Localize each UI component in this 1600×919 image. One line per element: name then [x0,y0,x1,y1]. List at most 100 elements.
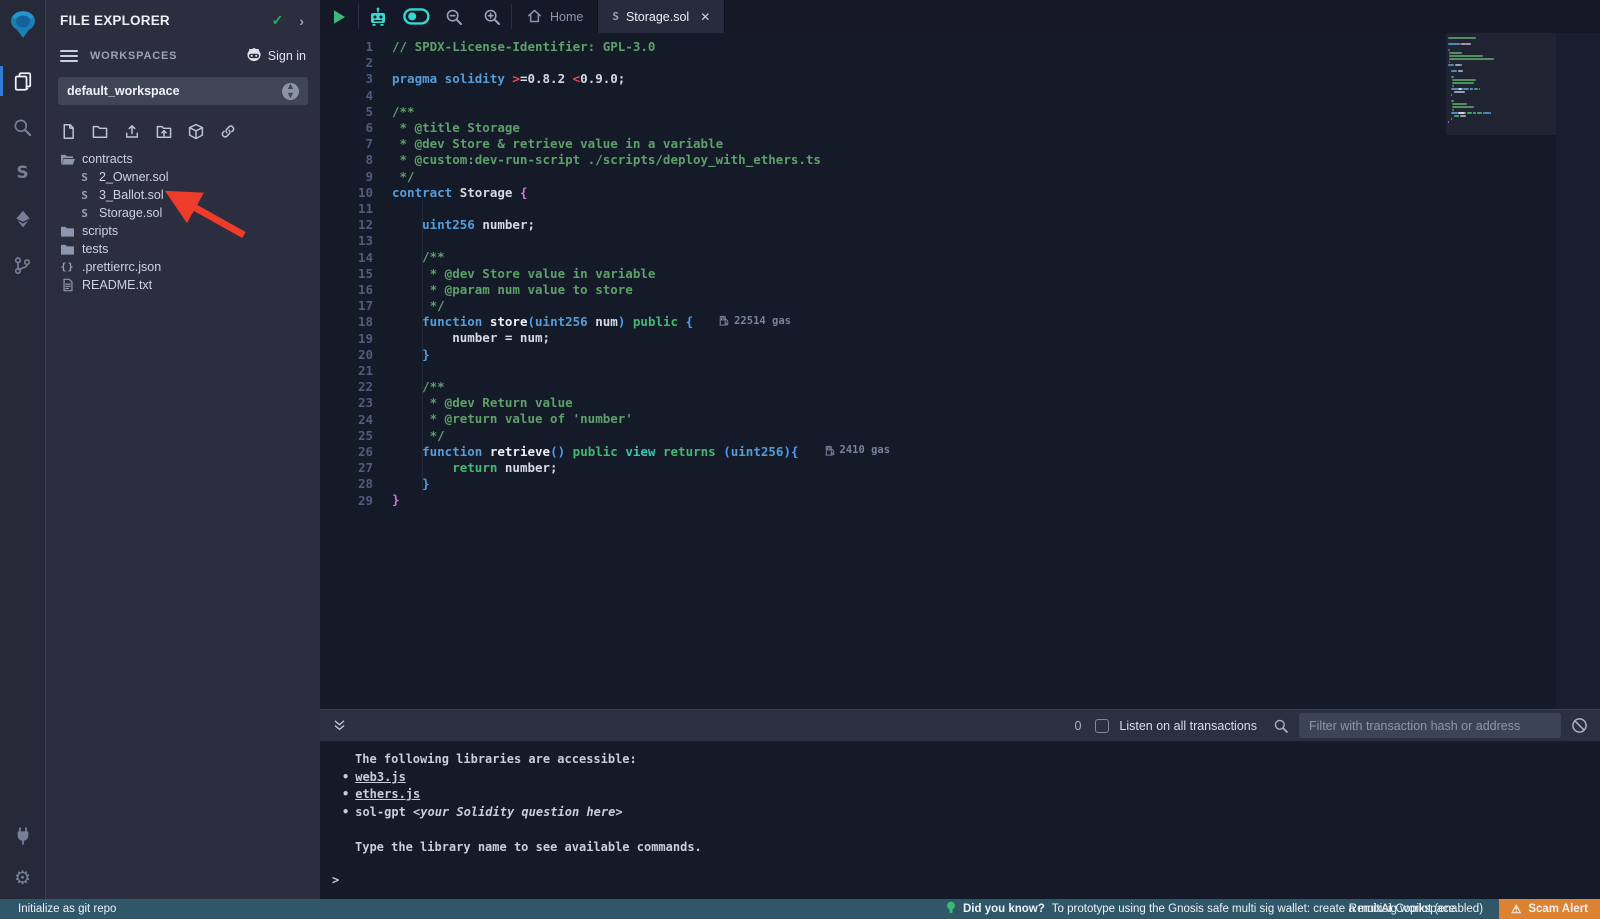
code-line-19: number = num; [392,330,1600,346]
tree-item-scripts[interactable]: scripts [46,222,320,240]
minimap-viewport [1446,33,1556,135]
code-editor[interactable]: 1234567891011121314151617181920212223242… [320,33,1600,709]
zoom-out-button[interactable] [435,0,473,33]
indent-guide [422,201,423,493]
code-line-8: * @custom:dev-run-script ./scripts/deplo… [392,152,1600,168]
editor-area: Home S Storage.sol ✕ 1234567891011121314… [320,0,1600,899]
folder-icon [60,225,75,238]
transaction-filter-input[interactable] [1299,713,1561,738]
code-line-15: * @dev Store value in variable [392,266,1600,282]
new-file-icon[interactable] [60,123,77,140]
tree-item-storage-sol[interactable]: SStorage.sol [46,204,320,222]
remix-logo[interactable] [6,8,40,42]
line-number: 2 [320,55,373,71]
tree-item-tests[interactable]: tests [46,240,320,258]
solidity-file-icon: S [612,10,619,23]
tree-item-readme-txt[interactable]: README.txt [46,276,320,294]
tree-item-label: tests [82,242,108,256]
git-init-button[interactable]: Initialize as git repo [18,903,116,915]
line-number: 27 [320,460,373,476]
new-folder-icon[interactable] [91,123,109,140]
line-number: 6 [320,120,373,136]
code-line-21 [392,363,1600,379]
check-icon[interactable]: ✓ [272,12,284,29]
code-line-28: } [392,476,1600,492]
tree-item-label: .prettierrc.json [82,260,161,274]
code-line-22: /** [392,379,1600,395]
file-tree: contracts S2_Owner.solS3_Ballot.solSStora… [46,150,320,294]
search-icon[interactable] [1273,718,1289,734]
sidebar-icon-deploy-run[interactable] [0,196,46,242]
upload-folder-icon[interactable] [155,123,173,140]
sidebar-icon-search[interactable] [0,104,46,150]
folder-open-icon [60,153,75,166]
line-number: 1 [320,39,373,55]
terminal-link-web3-js[interactable]: web3.js [355,770,406,784]
sidebar-icon-file-explorer[interactable] [0,58,46,104]
terminal-prompt[interactable]: > [332,872,339,890]
sidebar-icon-git[interactable] [0,242,46,288]
copilot-robot-icon[interactable] [359,0,397,33]
upload-file-icon[interactable] [123,123,141,140]
close-tab-icon[interactable]: ✕ [700,10,710,24]
zoom-in-button[interactable] [473,0,511,33]
scam-alert-button[interactable]: ⚠ Scam Alert [1499,899,1600,919]
file-explorer-panel: FILE EXPLORER ✓ › WORKSPACES Sign in def… [46,0,320,899]
line-number: 18 [320,314,373,330]
tree-item-label: contracts [82,152,133,166]
hamburger-menu-icon[interactable] [60,47,78,65]
json-file-icon: {} [60,262,75,273]
workspaces-label: WORKSPACES [90,50,177,62]
listen-label: Listen on all transactions [1119,719,1257,733]
tree-item-3-ballot-sol[interactable]: S3_Ballot.sol [46,186,320,204]
tree-item-2-owner-sol[interactable]: S2_Owner.sol [46,168,320,186]
line-number: 24 [320,412,373,428]
status-bar: Initialize as git repo Did you know? To … [0,899,1600,919]
terminal-line: •ethers.js [320,786,1600,804]
editor-scrollbar[interactable] [1556,33,1600,709]
terminal-header: 0 Listen on all transactions [320,710,1600,741]
sidebar-icon-plugin-manager[interactable] [0,815,46,857]
copilot-toggle[interactable] [397,0,435,33]
tree-item--prettierrc-json[interactable]: {} .prettierrc.json [46,258,320,276]
tree-item-contracts[interactable]: contracts [46,150,320,168]
line-number: 12 [320,217,373,233]
workspace-select[interactable]: default_workspace ▲▼ [58,77,308,105]
terminal-controls: 0 Listen on all transactions [1074,713,1588,738]
file-toolbar [46,119,320,150]
code-line-6: * @title Storage [392,120,1600,136]
terminal-link-ethers-js[interactable]: ethers.js [355,787,420,801]
clear-console-icon[interactable] [1571,717,1588,734]
minimap[interactable] [1446,33,1556,709]
code-line-7: * @dev Store & retrieve value in a varia… [392,136,1600,152]
listen-checkbox[interactable] [1095,719,1109,733]
sidebar-icon-settings[interactable]: ⚙ [0,857,46,899]
terminal-output[interactable]: The following libraries are accessible:•… [320,741,1600,899]
line-number: 25 [320,428,373,444]
line-number: 22 [320,379,373,395]
line-number: 10 [320,185,373,201]
tree-item-label: 2_Owner.sol [99,170,168,184]
sign-in-button[interactable]: Sign in [246,47,306,65]
gas-estimate: 2410 gas [825,444,891,456]
link-icon[interactable] [219,123,237,140]
tree-item-label: scripts [82,224,118,238]
collapse-terminal-icon[interactable] [332,718,347,733]
workspace-name: default_workspace [67,84,180,98]
tab-home[interactable]: Home [512,0,597,33]
remix-ide-window: S ⚙ FILE EXPLORER ✓ › WORKSPACES Sign in … [0,0,1600,919]
code-content: // SPDX-License-Identifier: GPL-3.0pragm… [373,33,1600,709]
terminal-line: •web3.js [320,769,1600,787]
run-script-button[interactable] [320,0,358,33]
line-number: 13 [320,233,373,249]
code-line-5: /** [392,104,1600,120]
home-icon [526,7,543,27]
tab-storage-sol[interactable]: S Storage.sol ✕ [597,0,725,33]
line-number: 3 [320,71,373,87]
terminal-panel: 0 Listen on all transactions The followi… [320,709,1600,899]
cube-icon[interactable] [187,123,205,140]
sidebar-icon-solidity-compiler[interactable]: S [0,150,46,196]
main-row: S ⚙ FILE EXPLORER ✓ › WORKSPACES Sign in … [0,0,1600,899]
code-line-11 [392,201,1600,217]
chevron-right-icon[interactable]: › [299,13,304,29]
